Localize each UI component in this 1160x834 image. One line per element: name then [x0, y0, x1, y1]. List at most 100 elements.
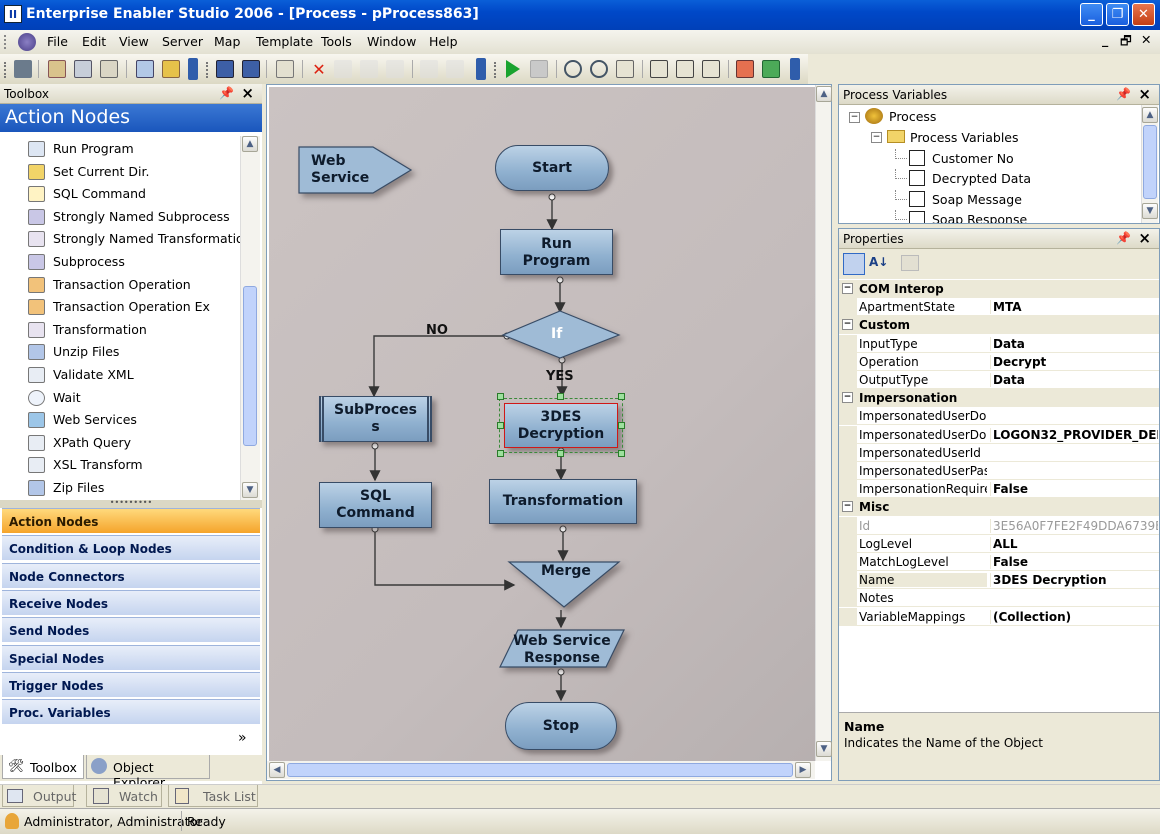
- edit-doc-icon[interactable]: [48, 60, 66, 78]
- resize-handle[interactable]: [497, 450, 504, 457]
- property-value[interactable]: Data: [990, 373, 1158, 387]
- restore-button[interactable]: ❐: [1106, 3, 1129, 26]
- property-value[interactable]: ALL: [990, 536, 1158, 551]
- save-icon[interactable]: [216, 60, 234, 78]
- collapse-icon[interactable]: −: [842, 392, 853, 404]
- scroll-up-icon[interactable]: ▲: [1142, 107, 1158, 123]
- menu-grip[interactable]: [4, 35, 7, 49]
- menu-template[interactable]: Template: [256, 34, 313, 49]
- toolbox-item[interactable]: Zip Files: [0, 477, 240, 499]
- toolbox-scrollbar[interactable]: ▲ ▼: [240, 136, 260, 500]
- more-categories-button[interactable]: »: [238, 730, 247, 746]
- stop-icon[interactable]: [530, 60, 548, 78]
- pin-icon[interactable]: 📌: [1116, 87, 1131, 101]
- toolbox-item[interactable]: Run Program: [0, 138, 240, 160]
- variable-item[interactable]: Decrypted Data: [839, 169, 1139, 189]
- paste-icon[interactable]: [386, 60, 404, 78]
- resize-handle[interactable]: [497, 393, 504, 400]
- toolbar-grip[interactable]: [494, 62, 498, 78]
- tab-toolbox[interactable]: 🛠 Toolbox: [2, 755, 84, 779]
- tab-watch[interactable]: Watch: [86, 785, 162, 807]
- mdi-minimize-button[interactable]: _: [1102, 32, 1108, 47]
- cut-icon[interactable]: [334, 60, 352, 78]
- property-category[interactable]: − Misc: [839, 498, 1159, 517]
- property-value[interactable]: 3E56A0F7FE2F49DDA6739E5: [990, 518, 1158, 533]
- property-value[interactable]: LOGON32_PROVIDER_DEF: [990, 427, 1158, 442]
- align-center-icon[interactable]: [676, 60, 694, 78]
- collapse-icon[interactable]: −: [849, 112, 860, 123]
- toolbox-item[interactable]: Set Current Dir.: [0, 161, 240, 183]
- run-icon[interactable]: [506, 60, 520, 78]
- property-row[interactable]: Notes: [839, 589, 1159, 608]
- toolbox-item[interactable]: XPath Query: [0, 432, 240, 454]
- resize-handle[interactable]: [497, 422, 504, 429]
- toolbox-item[interactable]: Strongly Named Subprocess: [0, 206, 240, 228]
- pin-icon[interactable]: 📌: [1116, 231, 1131, 245]
- tab-output[interactable]: Output: [2, 785, 76, 807]
- toolbar-overflow-icon[interactable]: [476, 58, 486, 80]
- mdi-close-button[interactable]: ✕: [1141, 32, 1151, 47]
- wizard-icon[interactable]: [162, 60, 180, 78]
- toolbox-item[interactable]: Transformation: [0, 319, 240, 341]
- minimize-button[interactable]: _: [1080, 3, 1103, 26]
- menu-server[interactable]: Server: [162, 34, 203, 49]
- menu-map[interactable]: Map: [214, 34, 240, 49]
- variable-item[interactable]: Soap Response: [839, 210, 1139, 223]
- menu-tools[interactable]: Tools: [321, 34, 352, 49]
- app-icon[interactable]: II: [4, 5, 22, 23]
- save-all-icon[interactable]: [242, 60, 260, 78]
- property-row[interactable]: ApartmentState MTA: [839, 298, 1159, 317]
- property-row[interactable]: VariableMappings (Collection): [839, 607, 1159, 626]
- sql-command-node[interactable]: SQL Command: [319, 482, 432, 528]
- property-row[interactable]: ImpersonatedUserDoma: [839, 407, 1159, 426]
- zoom-fit-icon[interactable]: [616, 60, 634, 78]
- toolbox-item[interactable]: Strongly Named Transformation: [0, 228, 252, 250]
- stop-node[interactable]: Stop: [505, 702, 617, 750]
- toolbox-category[interactable]: Proc. Variables: [2, 699, 260, 726]
- mdi-restore-button[interactable]: 🗗: [1120, 32, 1132, 53]
- scroll-thumb[interactable]: [287, 763, 793, 777]
- property-value[interactable]: False: [990, 482, 1158, 497]
- resize-handle[interactable]: [618, 422, 625, 429]
- 3des-decryption-node[interactable]: 3DES Decryption: [499, 398, 623, 453]
- toolbox-item[interactable]: Unzip Files: [0, 341, 240, 363]
- collapse-icon[interactable]: −: [871, 132, 882, 143]
- pin-icon[interactable]: 📌: [219, 86, 234, 100]
- toolbox-category[interactable]: Action Nodes: [2, 508, 260, 534]
- app-menu-gear-icon[interactable]: [18, 33, 36, 51]
- subprocess-node[interactable]: SubProces s: [319, 396, 432, 442]
- property-row[interactable]: LogLevel ALL: [839, 534, 1159, 553]
- close-icon[interactable]: ×: [1138, 229, 1151, 247]
- export-icon[interactable]: [762, 60, 780, 78]
- splitter-grip[interactable]: •••••••••: [0, 499, 262, 508]
- toolbox-item[interactable]: Wait: [0, 387, 240, 409]
- menu-window[interactable]: Window: [367, 34, 416, 49]
- property-row[interactable]: ImpersonatedUserPassw: [839, 462, 1159, 480]
- property-row[interactable]: MatchLogLevel False: [839, 553, 1159, 571]
- align-icon[interactable]: [650, 60, 668, 78]
- resize-handle[interactable]: [618, 450, 625, 457]
- scroll-up-icon[interactable]: ▲: [242, 136, 258, 152]
- property-row[interactable]: OutputType Data: [839, 371, 1159, 389]
- toolbox-item[interactable]: XSL Transform: [0, 454, 240, 476]
- scroll-down-icon[interactable]: ▼: [242, 482, 258, 498]
- property-value[interactable]: Data: [990, 336, 1158, 351]
- alphabetical-icon[interactable]: A↓: [869, 255, 888, 269]
- zoom-in-icon[interactable]: [564, 60, 582, 78]
- tools-icon[interactable]: [14, 60, 32, 78]
- property-row[interactable]: Operation Decrypt: [839, 352, 1159, 371]
- property-row[interactable]: ImpersonationRequired False: [839, 480, 1159, 499]
- run-program-node[interactable]: Run Program: [500, 229, 613, 275]
- collapse-icon[interactable]: −: [842, 283, 853, 294]
- toolbox-category[interactable]: Node Connectors: [2, 562, 260, 589]
- scroll-thumb[interactable]: [1143, 125, 1157, 199]
- connector[interactable]: [368, 335, 507, 398]
- resize-handle[interactable]: [618, 393, 625, 400]
- close-button[interactable]: ✕: [1132, 3, 1155, 26]
- variables-scrollbar[interactable]: ▲ ▼: [1141, 105, 1158, 223]
- new-item-icon[interactable]: [276, 60, 294, 78]
- tree-node-process-variables[interactable]: Process Variables: [910, 130, 1019, 145]
- scroll-left-icon[interactable]: ◀: [269, 762, 285, 778]
- variable-item[interactable]: Soap Message: [839, 189, 1139, 210]
- close-icon[interactable]: ×: [241, 84, 254, 102]
